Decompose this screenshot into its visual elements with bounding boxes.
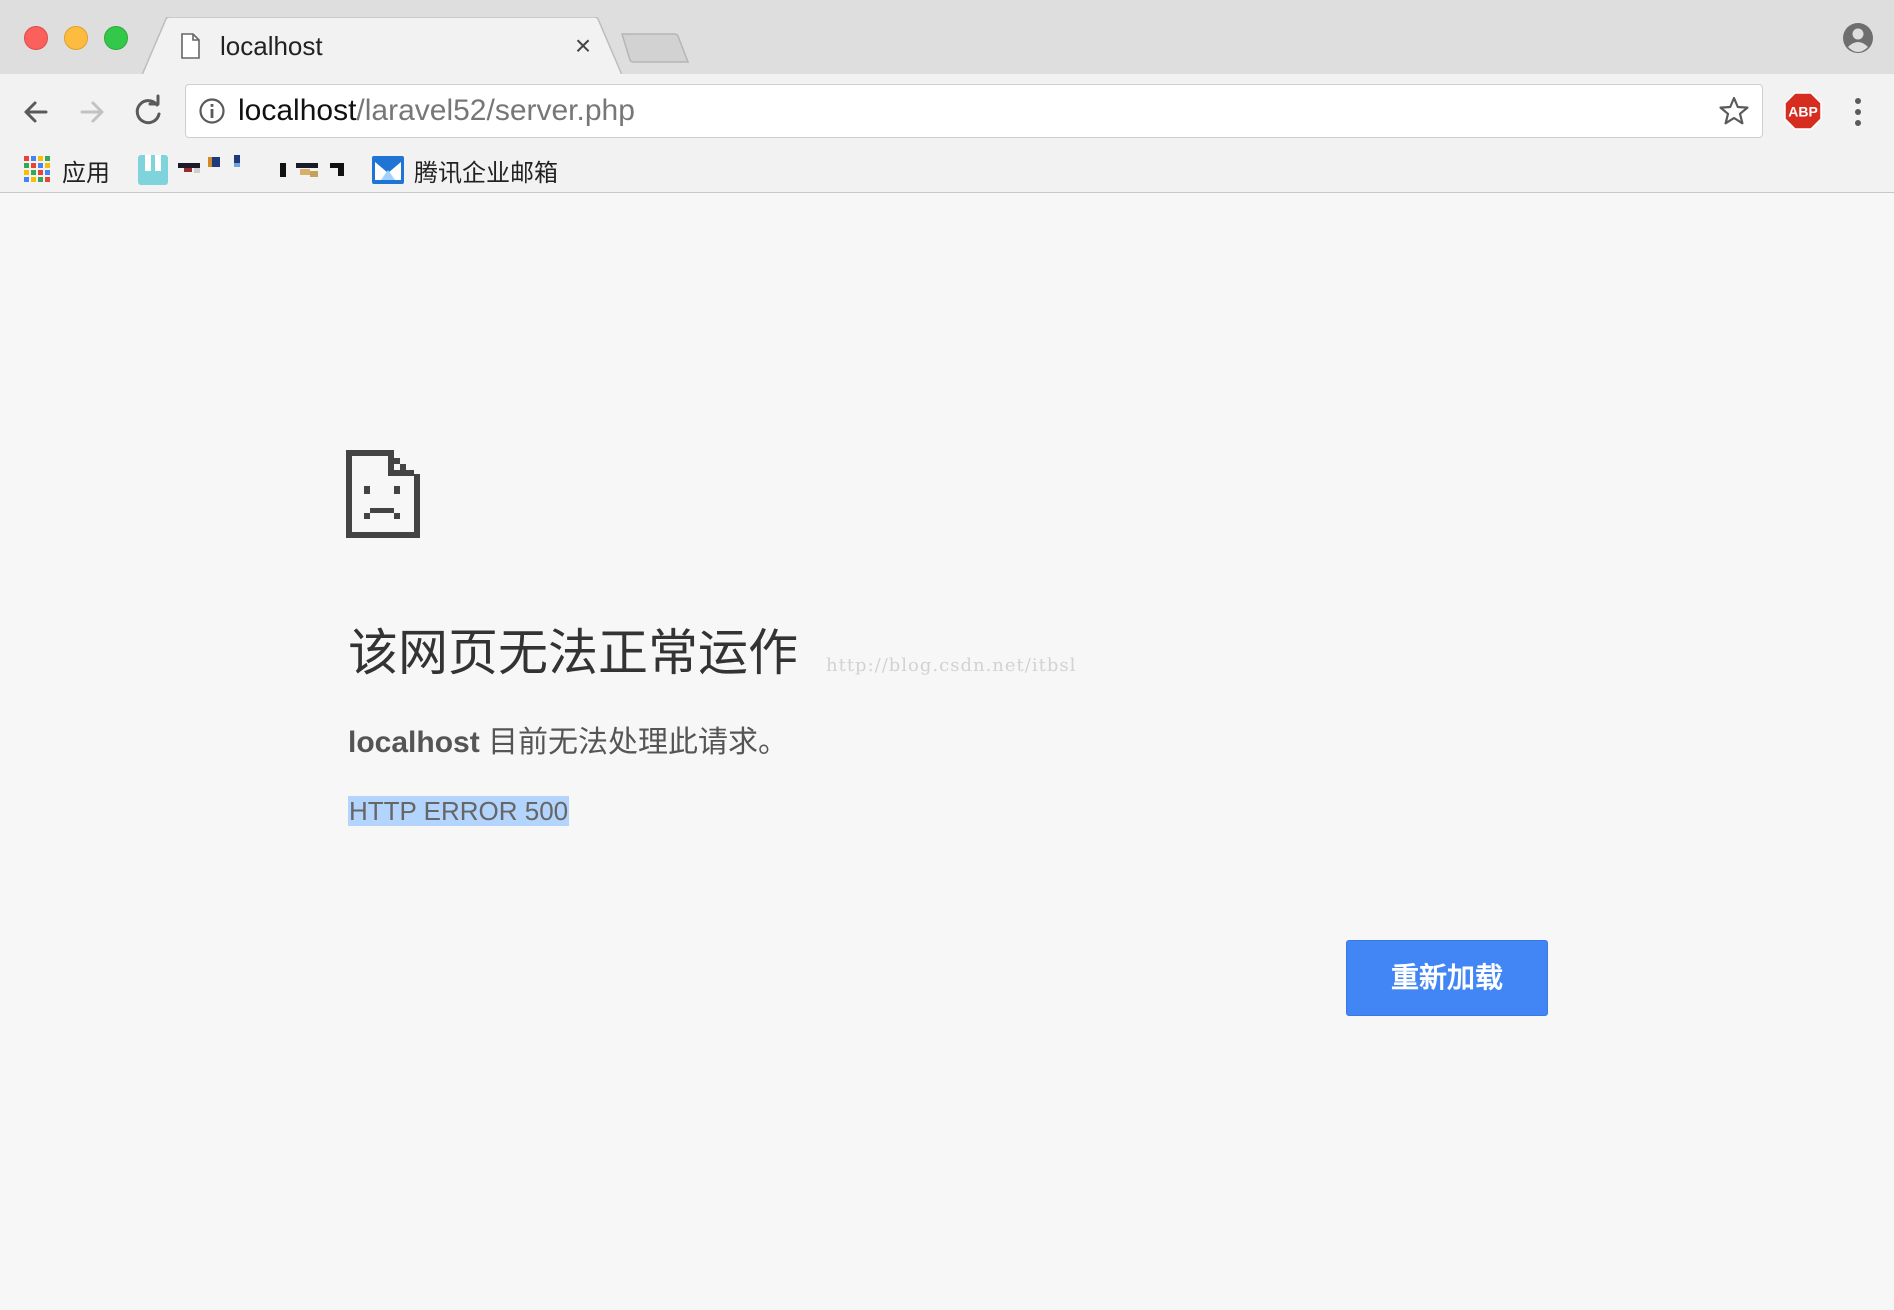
document-icon (181, 33, 200, 59)
error-host: localhost (348, 726, 480, 759)
apps-grid-icon (24, 156, 52, 184)
window-maximize-button[interactable] (104, 26, 128, 50)
bookmark-mail-label: 腾讯企业邮箱 (414, 159, 558, 187)
browser-window: localhost × localhost/laravel52/server.p… (0, 0, 1894, 1310)
info-icon[interactable] (198, 97, 226, 125)
tab-title: localhost (220, 31, 323, 61)
tab-localhost[interactable]: localhost × (142, 17, 622, 75)
sad-document-icon (346, 450, 420, 538)
url-text[interactable]: localhost/laravel52/server.php (238, 94, 635, 128)
error-summary: localhost 目前无法处理此请求。 (348, 723, 788, 763)
menu-dots-icon[interactable] (1846, 92, 1870, 132)
error-message: 目前无法处理此请求。 (488, 726, 789, 759)
tab-strip: localhost × (0, 0, 1894, 75)
window-minimize-button[interactable] (64, 26, 88, 50)
adblock-plus-icon[interactable]: ABP (1784, 92, 1822, 130)
tab-close-icon[interactable]: × (570, 32, 596, 60)
bookmarks-bar: 应用 腾讯企业邮箱 (0, 148, 1894, 193)
error-heading: 该网页无法正常运作 (348, 625, 798, 681)
obscured-favicon-icon (280, 163, 344, 177)
error-code: HTTP ERROR 500 (348, 796, 570, 826)
new-tab-button[interactable] (620, 32, 690, 64)
obscured-favicon-icon (138, 155, 240, 185)
forward-arrow-icon[interactable] (72, 92, 112, 132)
back-arrow-icon[interactable] (16, 92, 56, 132)
abp-octagon-icon: ABP (1784, 92, 1822, 130)
abp-label: ABP (1788, 104, 1818, 120)
bookmark-apps[interactable]: 应用 (24, 148, 110, 192)
bookmark-obscured-2[interactable] (280, 148, 350, 192)
bookmark-tencent-mail[interactable]: 腾讯企业邮箱 (372, 148, 558, 192)
reload-icon[interactable] (128, 92, 168, 132)
bookmark-obscured-1[interactable] (138, 148, 248, 192)
bookmark-apps-label: 应用 (62, 159, 110, 187)
bookmark-star-icon[interactable] (1718, 95, 1750, 127)
toolbar: localhost/laravel52/server.php ABP (0, 74, 1894, 148)
profile-icon[interactable] (1842, 22, 1874, 54)
url-host: localhost (238, 94, 357, 127)
reload-button[interactable]: 重新加载 (1346, 940, 1548, 1016)
url-path: /laravel52/server.php (356, 94, 635, 127)
window-close-button[interactable] (24, 26, 48, 50)
tencent-mail-icon (372, 156, 404, 184)
watermark-text: http://blog.csdn.net/itbsl (826, 655, 1077, 676)
tab-shape (142, 17, 622, 75)
address-bar[interactable]: localhost/laravel52/server.php (185, 84, 1763, 138)
error-page: 该网页无法正常运作 http://blog.csdn.net/itbsl loc… (0, 193, 1894, 1310)
